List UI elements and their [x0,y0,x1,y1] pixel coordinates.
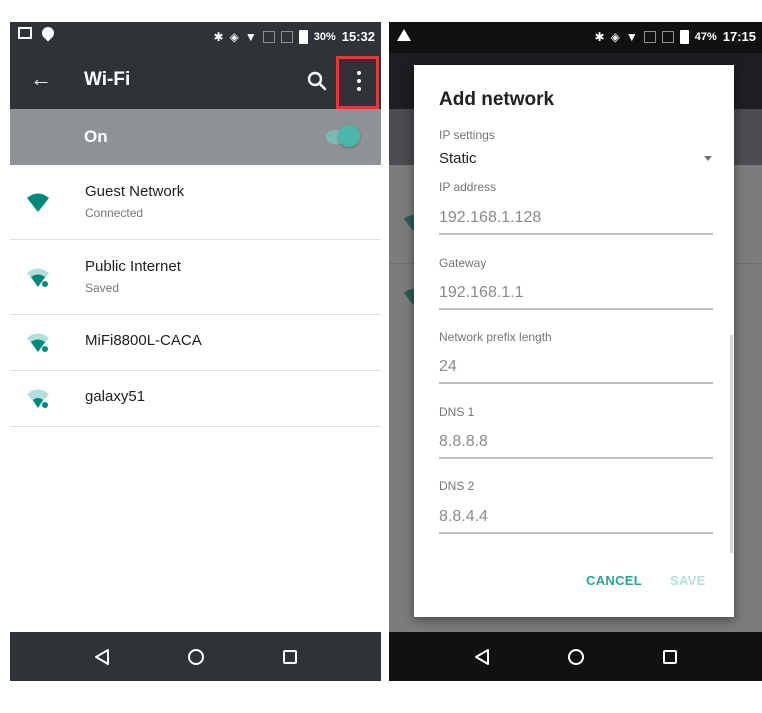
add-network-screen: ✱ ◈ ▼ 47% 17:15 Add network IP settings … [389,22,762,681]
wifi-settings-screen: ✱ ◈ ▼ 30% 15:32 ← Wi-Fi On Guest Network… [10,22,381,681]
dns1-label: DNS 1 [439,405,475,419]
battery-icon [679,29,689,44]
wifi-master-switch-row[interactable]: On [10,109,381,165]
wifi-toggle-switch[interactable] [338,125,360,147]
dialog-title: Add network [439,89,555,110]
wifi-locked-icon [27,389,49,408]
network-status: Connected [85,206,144,220]
nav-back-icon [94,648,109,665]
nav-home-button[interactable] [149,648,243,665]
status-bar: ✱ ◈ ▼ 30% 15:32 [10,22,381,53]
clock: 15:32 [341,29,375,44]
nav-back-button[interactable] [435,648,529,666]
bluetooth-icon: ✱ [594,29,605,44]
nav-recents-button[interactable] [623,649,717,664]
network-item-galaxy[interactable]: galaxy51 [10,371,381,427]
battery-percent: 30% [313,30,336,43]
nav-recents-icon [282,649,297,664]
network-name: galaxy51 [85,388,146,405]
network-item-public[interactable]: Public Internet Saved [10,240,381,315]
network-item-mifi[interactable]: MiFi8800L-CACA [10,315,381,371]
overflow-menu-highlight[interactable] [336,56,379,109]
dns2-field[interactable] [439,506,713,534]
prefix-length-label: Network prefix length [439,330,552,344]
nav-home-icon [187,648,204,665]
ip-address-field[interactable] [439,207,713,235]
wifi-switch-label: On [84,127,108,146]
network-status: Saved [85,281,120,295]
dropdown-arrow-icon[interactable] [704,156,712,161]
gateway-field[interactable] [439,282,713,310]
nav-home-icon [567,648,584,665]
signal-icon [643,30,656,43]
prefix-length-field[interactable] [439,356,713,384]
more-vert-icon[interactable] [357,71,361,95]
gateway-label: Gateway [439,256,487,270]
vibrate-icon: ◈ [610,29,620,44]
ip-settings-label: IP settings [439,128,495,142]
location-icon [39,24,57,42]
nav-recents-button[interactable] [243,649,337,664]
wifi-locked-icon [27,268,49,287]
add-network-dialog: Add network IP settings Static IP addres… [414,65,734,617]
wifi-status-icon: ▼ [625,29,638,44]
nav-recents-icon [662,649,677,664]
signal-icon-2 [661,30,674,43]
nav-back-button[interactable] [55,648,149,666]
warning-icon [397,29,411,41]
battery-percent: 47% [694,30,717,43]
dns2-label: DNS 2 [439,479,475,493]
network-item-guest[interactable]: Guest Network Connected [10,165,381,240]
battery-icon [298,29,308,44]
clock: 17:15 [722,29,756,44]
network-list: Guest Network Connected Public Internet … [10,165,381,427]
bluetooth-icon: ✱ [213,29,224,44]
cancel-button[interactable]: CANCEL [586,573,642,588]
network-name: Guest Network [85,183,185,200]
screenshot-icon [18,27,32,39]
wifi-status-icon: ▼ [244,29,257,44]
vibrate-icon: ◈ [229,29,239,44]
wifi-full-icon [27,193,49,212]
status-bar: ✱ ◈ ▼ 47% 17:15 [389,22,762,53]
signal-icon-2 [280,30,293,43]
app-bar: ← Wi-Fi [10,53,381,109]
search-icon[interactable] [305,69,329,93]
signal-icon [262,30,275,43]
save-button[interactable]: SAVE [670,573,706,588]
nav-back-icon [474,648,489,665]
ip-settings-select[interactable]: Static [439,150,477,167]
page-title: Wi-Fi [84,69,131,90]
navigation-bar [389,632,762,681]
back-arrow-icon[interactable]: ← [30,67,52,91]
ip-address-label: IP address [439,180,497,194]
network-name: MiFi8800L-CACA [85,332,202,349]
network-name: Public Internet [85,258,181,275]
navigation-bar [10,632,381,681]
nav-home-button[interactable] [529,648,623,665]
wifi-locked-icon [27,333,49,352]
dialog-scrollbar[interactable] [730,335,733,553]
dns1-field[interactable] [439,431,713,459]
